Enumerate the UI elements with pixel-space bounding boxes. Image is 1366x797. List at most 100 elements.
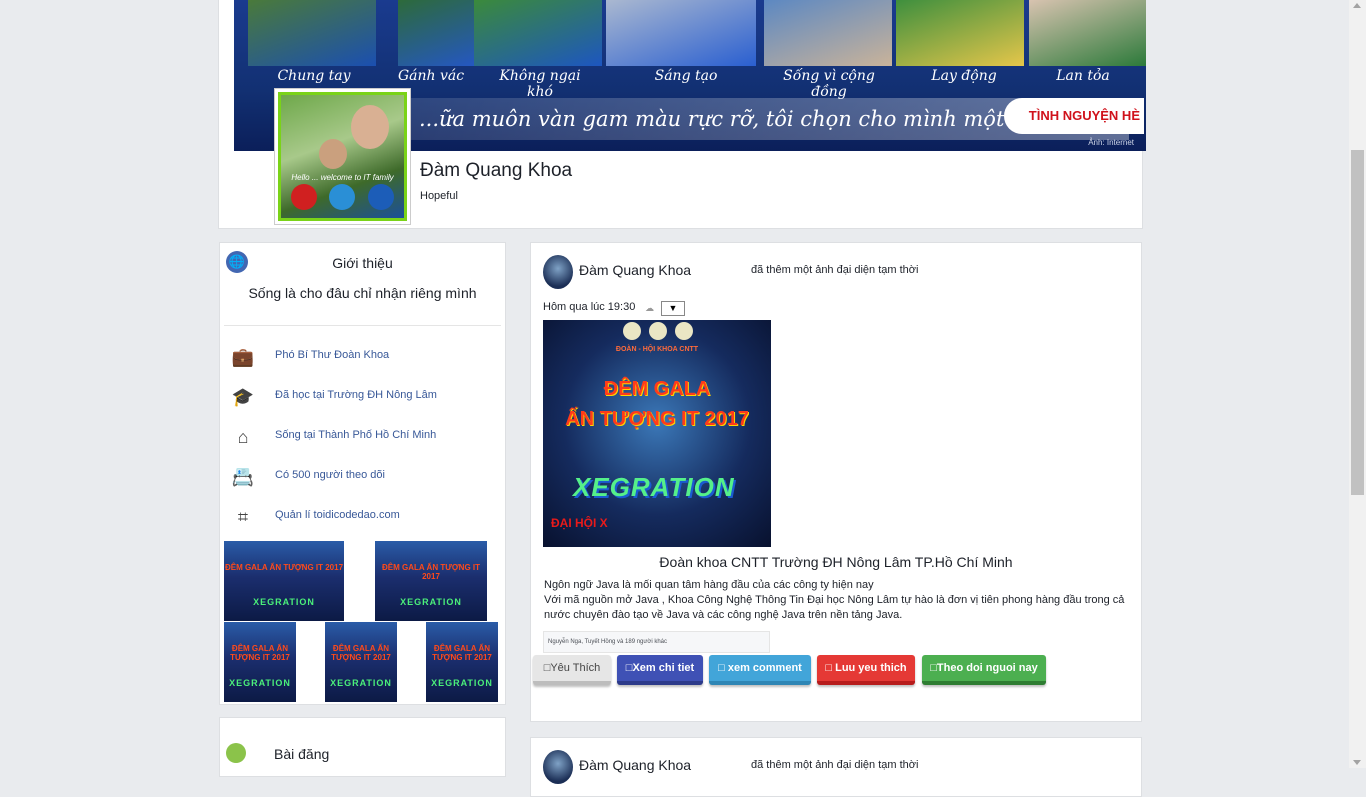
post-caption: Đoàn khoa CNTT Trường ĐH Nông Lâm TP.Hồ …	[659, 554, 1013, 570]
cover-photo-tile	[1029, 0, 1146, 66]
home-icon: ⌂	[237, 427, 249, 447]
post-image[interactable]: ĐOÀN - HỘI KHOA CNTT ĐÊM GALA ẤN TƯỢNG I…	[543, 320, 771, 547]
cover-caption: Sống vì cộng đồng	[783, 68, 875, 100]
page-scrollbar[interactable]	[1349, 0, 1366, 768]
student-union-logo-icon	[675, 322, 693, 340]
privacy-dropdown[interactable]: ▼	[661, 301, 685, 316]
thumbnail-brand: XEGRATION	[431, 678, 493, 688]
avatar-frame-text: Hello ... welcome to IT family	[291, 173, 394, 182]
view-comment-button[interactable]: □ xem comment	[709, 655, 811, 685]
avatar-image: Hello ... welcome to IT family	[278, 92, 407, 221]
intro-item-label[interactable]: Đã học tại Trường ĐH Nông Lâm	[275, 389, 437, 401]
fit-badge-icon	[329, 184, 356, 210]
scrollbar-thumb[interactable]	[1351, 150, 1364, 495]
scroll-down-icon[interactable]	[1353, 760, 1361, 765]
follow-icon: □	[930, 662, 937, 674]
avatar-person	[319, 139, 347, 169]
post-reactions[interactable]: Nguyễn Nga, Tuyết Hồng và 189 người khác	[543, 631, 770, 653]
post-action: đã thêm một ảnh đại diện tạm thời	[751, 264, 919, 276]
thumbnail-title: ĐÊM GALA ẤN TƯỢNG IT 2017	[381, 563, 481, 582]
youth-union-badge-icon	[367, 184, 394, 210]
like-button[interactable]: □Yêu Thích	[533, 655, 611, 685]
post-body-line: Ngôn ngữ Java là mối quan tâm hàng đầu c…	[544, 579, 874, 591]
thumbnail-brand: XEGRATION	[330, 678, 392, 688]
intro-item-label[interactable]: Quản lí toidicodedao.com	[275, 509, 400, 521]
intro-item-label[interactable]: Phó Bí Thư Đoàn Khoa	[275, 349, 389, 361]
youth-union-logo-icon	[623, 322, 641, 340]
avatar-person	[351, 105, 389, 149]
cover-credit: Ảnh: Internet	[1088, 138, 1134, 147]
photo-thumbnail[interactable]: ĐÊM GALA ẤN TƯỢNG IT 2017 XEGRATION	[325, 622, 397, 702]
graduation-cap-icon: 🎓	[231, 387, 255, 407]
poster-subtitle: ĐOÀN - HỘI KHOA CNTT	[615, 346, 699, 353]
flag-badge-icon	[291, 184, 318, 210]
intro-card: 🌐 Giới thiệu Sống là cho đâu chỉ nhận ri…	[219, 242, 506, 705]
cover-photo-tile	[248, 0, 376, 66]
photo-thumbnail[interactable]: ĐÊM GALA ẤN TƯỢNG IT 2017 XEGRATION	[224, 622, 296, 702]
save-favorite-button[interactable]: □ Luu yeu thich	[817, 655, 915, 685]
poster-logos	[623, 322, 693, 340]
save-favorite-label: Luu yeu thich	[835, 662, 907, 674]
thumbnail-brand: XEGRATION	[400, 597, 462, 607]
post-body: Ngôn ngữ Java là mối quan tâm hàng đầu c…	[544, 578, 1139, 623]
save-icon: □	[825, 662, 836, 674]
view-comment-label: xem comment	[727, 662, 802, 674]
post-timestamp[interactable]: Hôm qua lúc 19:30	[543, 301, 635, 313]
photo-thumbnail[interactable]: ĐÊM GALA ẤN TƯỢNG IT 2017 XEGRATION	[426, 622, 498, 702]
intro-item-label[interactable]: Sống tại Thành Phố Hồ Chí Minh	[275, 429, 436, 441]
follow-label: Theo doi nguoi nay	[936, 662, 1038, 674]
view-detail-button[interactable]: □Xem chi tiet	[617, 655, 703, 685]
post-author-name[interactable]: Đàm Quang Khoa	[579, 262, 691, 278]
poster-brand: XEGRATION	[573, 472, 735, 502]
intro-item-education: 🎓 Đã học tại Trường ĐH Nông Lâm	[228, 385, 498, 409]
signpost-icon: ⌗	[237, 507, 249, 527]
cloud-icon: ☁	[645, 303, 654, 313]
intro-item-position: 💼 Phó Bí Thư Đoàn Khoa	[228, 345, 498, 369]
cover-caption: Không ngại khó	[499, 68, 581, 100]
cover-caption: Lan tỏa	[1056, 68, 1110, 84]
thumbnail-title: ĐÊM GALA ẤN TƯỢNG IT 2017	[224, 563, 344, 573]
post-action: đã thêm một ảnh đại diện tạm thời	[751, 759, 919, 771]
posts-section-card: Bài đăng	[219, 717, 506, 777]
cover-caption: Sáng tạo	[654, 68, 718, 84]
profile-avatar[interactable]: Hello ... welcome to IT family	[274, 88, 411, 225]
post-card: Đàm Quang Khoa đã thêm một ảnh đại diện …	[530, 242, 1142, 722]
cover-photo-tile	[606, 0, 756, 66]
comment-icon: □	[718, 662, 728, 674]
cover-logo: TÌNH NGUYỆN HÈ	[1004, 98, 1144, 134]
thumbnail-title: ĐÊM GALA ẤN TƯỢNG IT 2017	[230, 644, 290, 663]
fit-logo-icon	[649, 322, 667, 340]
cover-caption: Gánh vác	[397, 68, 465, 84]
profile-subtitle: Hopeful	[420, 190, 458, 202]
photo-thumbnail[interactable]: ĐÊM GALA ẤN TƯỢNG IT 2017 XEGRATION	[375, 541, 487, 621]
profile-name[interactable]: Đàm Quang Khoa	[420, 160, 572, 182]
thumbnail-brand: XEGRATION	[253, 597, 315, 607]
thumbnail-brand: XEGRATION	[229, 678, 291, 688]
post-body-line: Với mã nguồn mở Java , Khoa Công Nghệ Th…	[544, 594, 1125, 621]
post-author-name[interactable]: Đàm Quang Khoa	[579, 757, 691, 773]
intro-item-label[interactable]: Có 500 người theo dõi	[275, 469, 385, 481]
post-author-avatar[interactable]	[543, 750, 573, 784]
intro-item-residence: ⌂ Sống tại Thành Phố Hồ Chí Minh	[228, 425, 498, 449]
cover-caption: Chung tay	[277, 68, 351, 84]
post-author-avatar[interactable]	[543, 255, 573, 289]
post-card: Đàm Quang Khoa đã thêm một ảnh đại diện …	[530, 737, 1142, 797]
scroll-up-icon[interactable]	[1353, 3, 1361, 8]
posts-section-title: Bài đăng	[274, 746, 330, 762]
cover-caption: Lay động	[931, 68, 997, 84]
like-label: Yêu Thích	[550, 662, 601, 674]
intro-motto: Sống là cho đâu chỉ nhận riêng mình	[248, 285, 477, 301]
poster-footer: ĐẠI HỘI X	[551, 516, 608, 530]
photo-thumbnail[interactable]: ĐÊM GALA ẤN TƯỢNG IT 2017 XEGRATION	[224, 541, 344, 621]
photo-icon	[226, 743, 246, 763]
cover-photo-tile	[764, 0, 892, 66]
briefcase-icon: 💼	[231, 347, 255, 367]
divider	[224, 325, 501, 326]
intro-item-website: ⌗ Quản lí toidicodedao.com	[228, 505, 498, 529]
view-detail-label: Xem chi tiet	[632, 662, 695, 674]
cover-photo-tile	[474, 0, 602, 66]
poster-title-line1: ĐÊM GALA	[603, 378, 711, 400]
avatar-badges	[285, 182, 400, 212]
cover-photo-tile	[896, 0, 1024, 66]
follow-button[interactable]: □Theo doi nguoi nay	[922, 655, 1046, 685]
